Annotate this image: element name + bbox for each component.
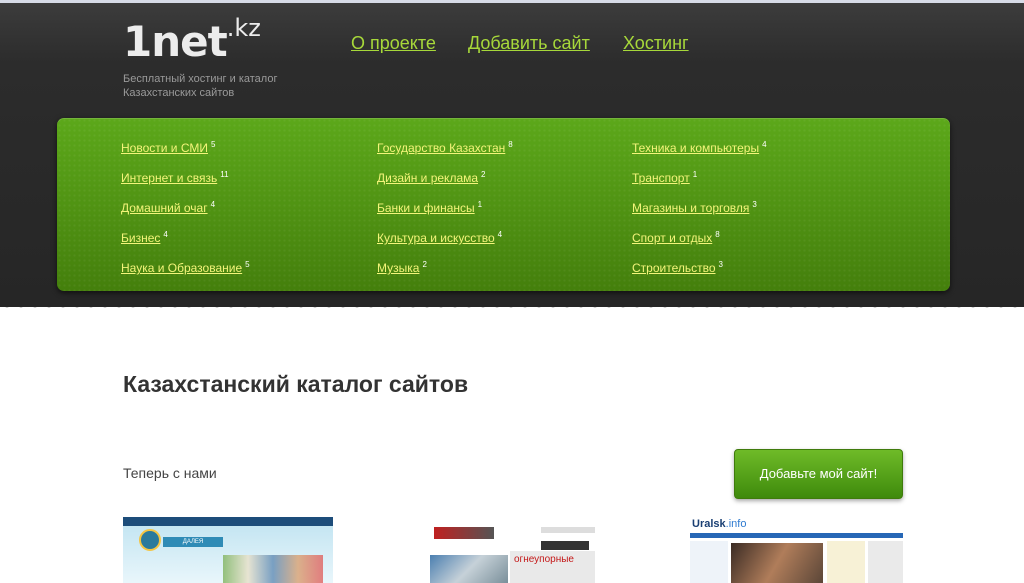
emblem-icon — [139, 529, 161, 551]
site-thumbnail[interactable]: Uralsk.info — [690, 517, 903, 583]
category-count: 1 — [692, 170, 698, 179]
thumbnail-text: огнеупорные — [514, 554, 574, 565]
thumbnail-buttons — [541, 541, 589, 550]
category-item: Домашний очаг 4 — [121, 198, 215, 215]
category-count: 5 — [245, 260, 250, 269]
category-link[interactable]: Спорт и отдых — [632, 231, 712, 245]
category-item: Дизайн и реклама 2 — [377, 168, 486, 185]
category-count: 4 — [210, 200, 216, 209]
category-item: Интернет и связь 11 — [121, 168, 229, 185]
category-item: Музыка 2 — [377, 258, 427, 275]
category-count: 3 — [718, 260, 723, 269]
category-link[interactable]: Дизайн и реклама — [377, 171, 478, 185]
thumbnail-nav — [541, 527, 595, 533]
category-link[interactable]: Банки и финансы — [377, 201, 475, 215]
thumbnail-sidebar — [690, 541, 728, 583]
thumbnail-logo — [434, 527, 494, 539]
thumbnail-news — [827, 541, 865, 583]
category-count: 3 — [752, 200, 757, 209]
category-link[interactable]: Новости и СМИ — [121, 141, 208, 155]
category-count: 4 — [497, 230, 503, 239]
category-count: 8 — [715, 230, 720, 239]
category-link[interactable]: Интернет и связь — [121, 171, 217, 185]
category-count: 5 — [210, 140, 216, 149]
category-count: 2 — [481, 170, 486, 179]
site-thumbnail[interactable]: ДАЛЕЯ — [123, 517, 333, 583]
category-count: 2 — [422, 260, 427, 269]
thumbnail-logo: Uralsk.info — [692, 518, 746, 530]
thumbnail-photo — [731, 543, 823, 583]
thumbnail-logo-text: Uralsk — [692, 518, 726, 530]
logo-text: 1net — [123, 17, 228, 66]
category-item: Транспорт 1 — [632, 168, 697, 185]
category-item: Наука и Образование 5 — [121, 258, 250, 275]
thumbnail-sidebar — [868, 541, 903, 583]
thumbnail-photo — [223, 555, 323, 583]
header-scalloped-edge — [0, 301, 1024, 315]
category-link[interactable]: Бизнес — [121, 231, 160, 245]
category-count: 1 — [477, 200, 483, 209]
category-item: Бизнес 4 — [121, 228, 168, 245]
thumbnail-header — [123, 517, 333, 526]
thumbnail-text: ДАЛЕЯ — [182, 539, 204, 545]
thumbnail-nav — [690, 533, 903, 538]
category-link[interactable]: Домашний очаг — [121, 201, 208, 215]
category-item: Магазины и торговля 3 — [632, 198, 757, 215]
nav-about-link[interactable]: О проекте — [351, 33, 436, 54]
category-link[interactable]: Техника и компьютеры — [632, 141, 759, 155]
nav-hosting-link[interactable]: Хостинг — [623, 33, 689, 54]
category-count: 8 — [508, 140, 513, 149]
category-item: Спорт и отдых 8 — [632, 228, 720, 245]
thumbnail-banner: огнеупорные — [510, 551, 595, 583]
category-count: 4 — [163, 230, 168, 239]
category-link[interactable]: Культура и искусство — [377, 231, 495, 245]
category-link[interactable]: Наука и Образование — [121, 261, 242, 275]
category-link[interactable]: Магазины и торговля — [632, 201, 749, 215]
category-link[interactable]: Строительство — [632, 261, 716, 275]
thumbnail-banner: ДАЛЕЯ — [163, 537, 223, 547]
logo-domain: .kz — [226, 14, 261, 42]
site-thumbnail[interactable]: огнеупорные — [430, 517, 595, 583]
category-count: 11 — [220, 170, 229, 179]
category-link[interactable]: Государство Казахстан — [377, 141, 505, 155]
thumbnail-logo-suffix: .info — [725, 518, 747, 530]
page-title: Казахстанский каталог сайтов — [123, 371, 469, 397]
category-item: Банки и финансы 1 — [377, 198, 482, 215]
category-item: Новости и СМИ 5 — [121, 138, 215, 155]
category-count: 4 — [762, 140, 767, 149]
section-heading: Теперь с нами — [123, 465, 217, 481]
category-item: Техника и компьютеры 4 — [632, 138, 767, 155]
category-link[interactable]: Транспорт — [632, 171, 690, 185]
thumbnail-photo — [430, 555, 508, 583]
category-item: Культура и искусство 4 — [377, 228, 502, 245]
site-tagline: Бесплатный хостинг и каталог Казахстанск… — [123, 73, 278, 99]
site-logo[interactable]: 1net.kz — [123, 14, 261, 66]
category-item: Строительство 3 — [632, 258, 723, 275]
nav-add-site-link[interactable]: Добавить сайт — [468, 33, 590, 54]
category-item: Государство Казахстан 8 — [377, 138, 513, 155]
category-link[interactable]: Музыка — [377, 261, 419, 275]
add-my-site-button[interactable]: Добавьте мой сайт! — [734, 449, 903, 499]
